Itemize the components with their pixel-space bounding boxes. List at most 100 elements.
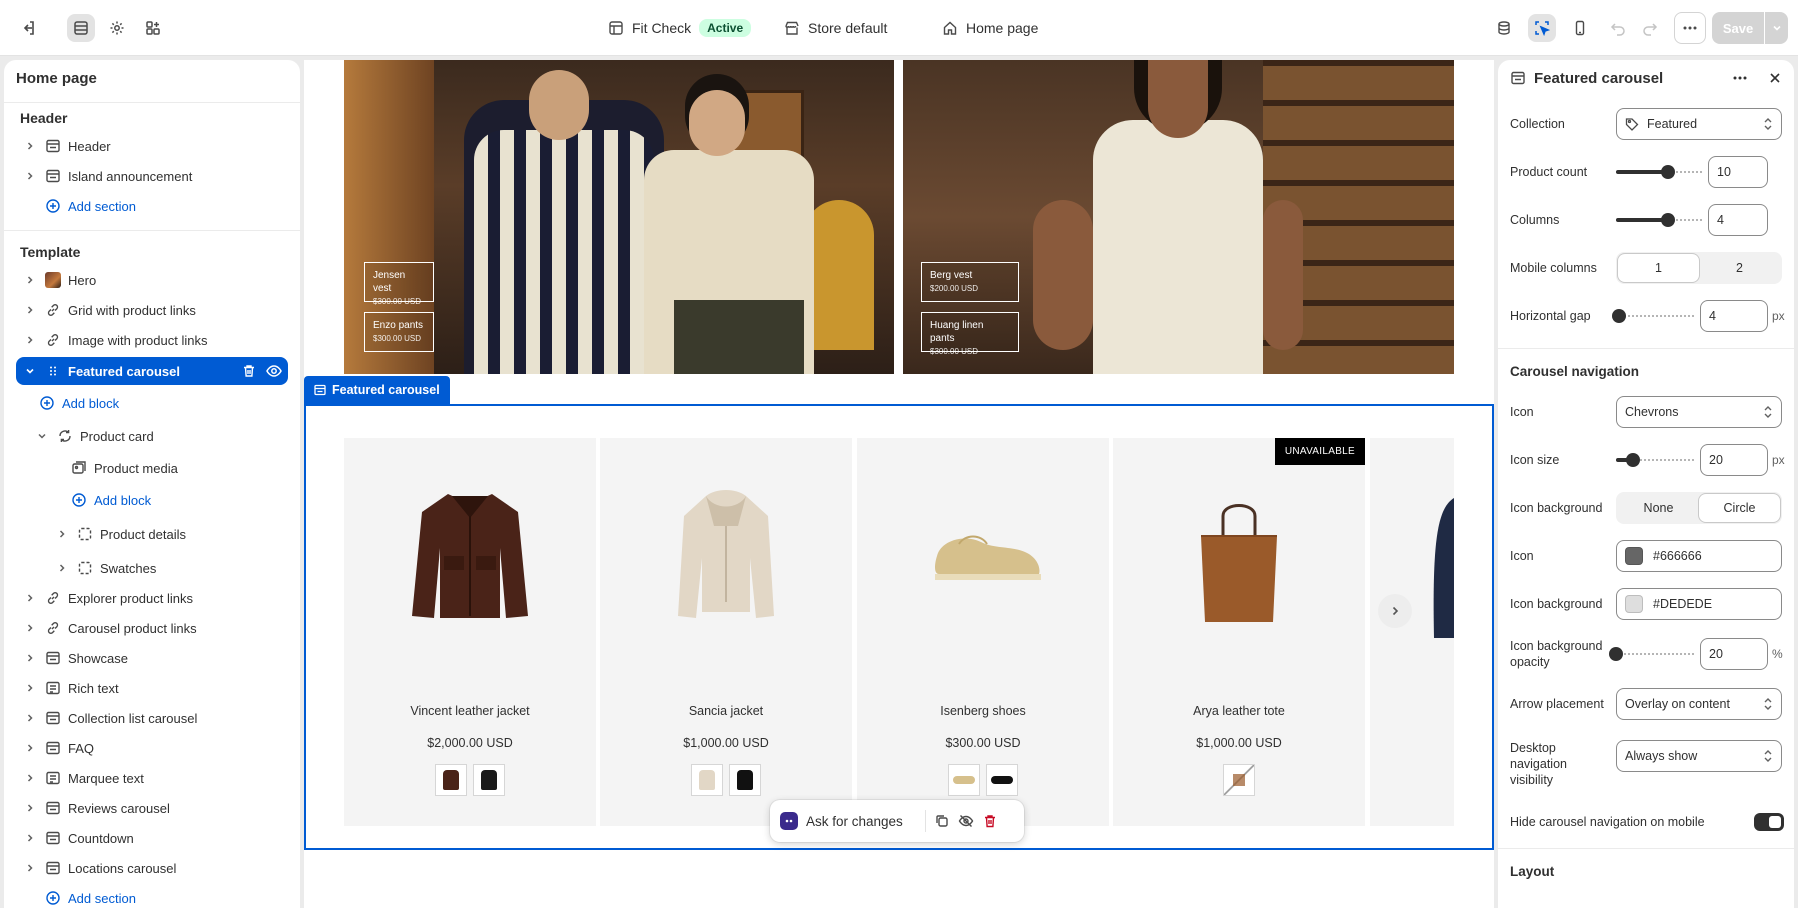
swatch-black[interactable] xyxy=(986,764,1018,796)
color-chip[interactable] xyxy=(1625,547,1643,565)
columns-slider[interactable] xyxy=(1616,212,1702,228)
visibility-eye-icon[interactable] xyxy=(266,364,282,378)
arrow-placement-select[interactable]: Overlay on content xyxy=(1616,688,1782,720)
sidebar-item[interactable]: Explorer product links xyxy=(16,584,292,612)
sidebar-item[interactable]: Rich text xyxy=(16,674,292,702)
more-horizontal-icon[interactable] xyxy=(1732,70,1748,86)
save-options-chevron-icon[interactable] xyxy=(1764,12,1788,44)
product-name[interactable]: Isenberg shoes xyxy=(857,704,1109,718)
carousel-next-button[interactable] xyxy=(1378,594,1412,628)
slider-thumb[interactable] xyxy=(1660,213,1675,227)
icon-size-input[interactable]: 20 xyxy=(1700,444,1768,476)
drag-handle-icon[interactable] xyxy=(44,362,62,380)
sidebar-item[interactable]: Marquee text xyxy=(16,764,292,792)
product-card[interactable]: Sancia jacket $1,000.00 USD xyxy=(600,438,852,826)
icon-color-picker[interactable]: #666666 xyxy=(1616,540,1782,572)
chevron-right-icon[interactable] xyxy=(22,743,38,753)
product-card[interactable]: UNAVAILABLE Arya leather tote $1,000.00 … xyxy=(1113,438,1365,826)
chevron-down-icon[interactable] xyxy=(34,431,50,441)
icon-size-slider[interactable] xyxy=(1616,452,1694,468)
selected-section-tab[interactable]: Featured carousel xyxy=(304,376,450,404)
swatch-cream[interactable] xyxy=(691,764,723,796)
chevron-right-icon[interactable] xyxy=(22,141,38,151)
product-card[interactable]: Isenberg shoes $300.00 USD xyxy=(857,438,1109,826)
sidebar-item[interactable]: Carousel product links xyxy=(16,614,292,642)
slider-thumb[interactable] xyxy=(1609,647,1623,661)
chevron-right-icon[interactable] xyxy=(22,275,38,285)
swatch-sand[interactable] xyxy=(948,764,980,796)
hero-product-label[interactable]: Huang linen pants $300.00 USD xyxy=(921,312,1019,356)
icon-bg-color-picker[interactable]: #DEDEDE xyxy=(1616,588,1782,620)
product-name[interactable]: Vincent leather jacket xyxy=(344,704,596,718)
sidebar-item-island-announcement[interactable]: Island announcement xyxy=(16,162,292,190)
database-icon[interactable] xyxy=(1490,14,1518,42)
chevron-right-icon[interactable] xyxy=(22,623,38,633)
save-button[interactable]: Save xyxy=(1712,12,1764,44)
slider-thumb[interactable] xyxy=(1612,309,1627,323)
desktop-nav-select[interactable]: Always show xyxy=(1616,740,1782,772)
columns-input[interactable]: 4 xyxy=(1708,204,1768,236)
add-section-button-template[interactable]: Add section xyxy=(16,884,292,908)
swatch-black[interactable] xyxy=(473,764,505,796)
sidebar-item-product-card[interactable]: Product card xyxy=(32,422,288,450)
sidebar-item-swatches[interactable]: Swatches xyxy=(48,554,288,582)
icon-background-option-none[interactable]: None xyxy=(1618,494,1699,522)
chevron-right-icon[interactable] xyxy=(22,171,38,181)
horizontal-gap-slider[interactable] xyxy=(1612,308,1694,324)
slider-thumb[interactable] xyxy=(1660,165,1675,179)
inspector-cursor-icon[interactable] xyxy=(1528,14,1556,42)
undo-icon[interactable] xyxy=(1604,14,1632,42)
chevron-right-icon[interactable] xyxy=(22,593,38,603)
sidebar-item[interactable]: Collection list carousel xyxy=(16,704,292,732)
icon-background-option-circle[interactable]: Circle xyxy=(1699,494,1780,522)
horizontal-gap-input[interactable]: 4 xyxy=(1700,300,1768,332)
mobile-columns-option-2[interactable]: 2 xyxy=(1699,254,1780,282)
chevron-right-icon[interactable] xyxy=(22,683,38,693)
product-count-slider[interactable] xyxy=(1616,164,1702,180)
chevron-right-icon[interactable] xyxy=(22,803,38,813)
sidebar-item-header[interactable]: Header xyxy=(16,132,292,160)
icon-bg-opacity-input[interactable]: 20 xyxy=(1700,638,1768,670)
chevron-right-icon[interactable] xyxy=(22,863,38,873)
sidebar-item-product-media[interactable]: Product media xyxy=(64,454,288,482)
icon-bg-opacity-slider[interactable] xyxy=(1609,646,1694,662)
chevron-right-icon[interactable] xyxy=(22,713,38,723)
chevron-down-icon[interactable] xyxy=(22,366,38,376)
hide-mobile-nav-toggle[interactable] xyxy=(1754,813,1784,831)
product-count-input[interactable]: 10 xyxy=(1708,156,1768,188)
chevron-right-icon[interactable] xyxy=(22,773,38,783)
theme-selector[interactable]: Fit Check Active xyxy=(608,0,752,56)
chevron-right-icon[interactable] xyxy=(22,335,38,345)
close-icon[interactable] xyxy=(1768,71,1782,85)
color-chip[interactable] xyxy=(1625,595,1643,613)
hide-eye-slash-icon[interactable] xyxy=(958,813,974,829)
apps-icon[interactable] xyxy=(139,14,167,42)
swatch-black[interactable] xyxy=(729,764,761,796)
product-name[interactable]: Sancia jacket xyxy=(600,704,852,718)
sidebar-item[interactable]: Locations carousel xyxy=(16,854,292,882)
sections-icon[interactable] xyxy=(67,14,95,42)
more-actions-button[interactable] xyxy=(1674,12,1706,44)
mobile-preview-icon[interactable] xyxy=(1566,14,1594,42)
settings-gear-icon[interactable] xyxy=(103,14,131,42)
chevron-right-icon[interactable] xyxy=(54,529,70,539)
page-selector[interactable]: Home page xyxy=(942,0,1038,56)
chevron-right-icon[interactable] xyxy=(54,563,70,573)
swatch-tan-unavailable[interactable] xyxy=(1223,764,1255,796)
sidebar-item[interactable]: FAQ xyxy=(16,734,292,762)
collection-select[interactable]: Featured xyxy=(1616,108,1782,140)
redo-icon[interactable] xyxy=(1636,14,1664,42)
product-card[interactable]: Vincent leather jacket $2,000.00 USD xyxy=(344,438,596,826)
exit-icon[interactable] xyxy=(14,14,42,42)
hero-product-label[interactable]: Jensen vest $300.00 USD xyxy=(364,262,434,306)
chevron-right-icon[interactable] xyxy=(22,653,38,663)
product-card-partial[interactable] xyxy=(1370,438,1454,826)
ask-for-changes-button[interactable]: Ask for changes xyxy=(806,814,903,829)
sidebar-item-grid-with-product-links[interactable]: Grid with product links xyxy=(16,296,292,324)
sidebar-item-featured-carousel[interactable]: Featured carousel xyxy=(16,357,288,385)
add-block-inner-button[interactable]: Add block xyxy=(64,486,288,514)
add-block-button[interactable]: Add block xyxy=(32,389,288,417)
product-name[interactable]: Arya leather tote xyxy=(1113,704,1365,718)
delete-icon[interactable] xyxy=(982,813,998,829)
delete-icon[interactable] xyxy=(242,364,256,378)
